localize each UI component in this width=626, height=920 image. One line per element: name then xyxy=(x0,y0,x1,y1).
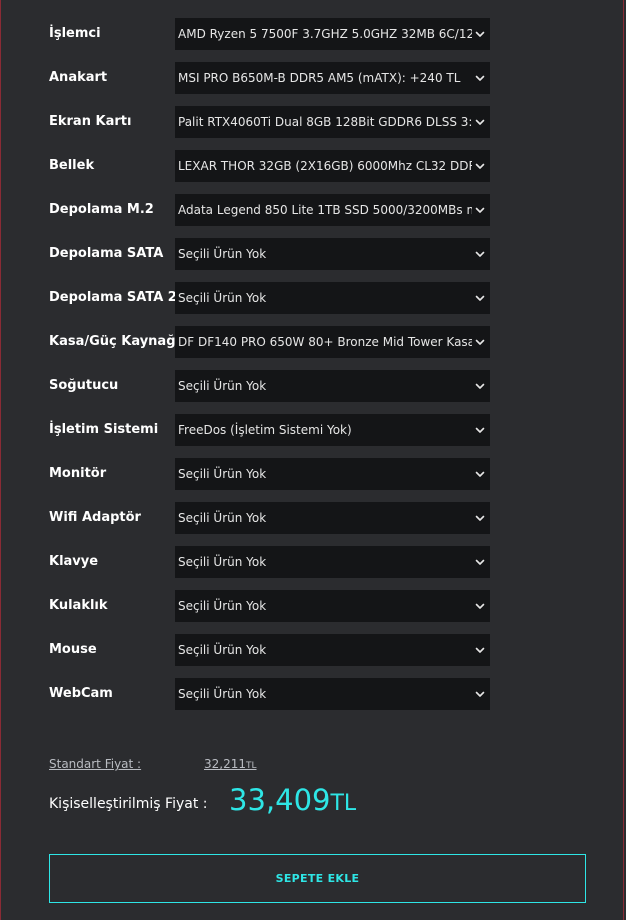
component-label: Ekran Kartı xyxy=(49,114,132,129)
component-row: Soğutucu Seçili Ürün Yok xyxy=(1,370,623,414)
component-label: Monitör xyxy=(49,466,107,481)
component-label: Depolama SATA xyxy=(49,246,164,261)
component-select-value: AMD Ryzen 5 7500F 3.7GHZ 5.0GHZ 32MB 6C/… xyxy=(178,27,472,41)
chevron-down-icon xyxy=(474,512,486,524)
component-row: Wifi Adaptör Seçili Ürün Yok xyxy=(1,502,623,546)
component-select-value: Seçili Ürün Yok xyxy=(178,643,267,657)
component-select[interactable]: LEXAR THOR 32GB (2X16GB) 6000Mhz CL32 DD… xyxy=(175,150,490,182)
component-select-value: Seçili Ürün Yok xyxy=(178,599,267,613)
component-list: İşlemci AMD Ryzen 5 7500F 3.7GHZ 5.0GHZ 3… xyxy=(1,18,623,722)
chevron-down-icon xyxy=(474,380,486,392)
component-select[interactable]: FreeDos (İşletim Sistemi Yok) xyxy=(175,414,490,446)
component-row: Ekran Kartı Palit RTX4060Ti Dual 8GB 128B… xyxy=(1,106,623,150)
component-select-value: Seçili Ürün Yok xyxy=(178,555,267,569)
component-select-value: FreeDos (İşletim Sistemi Yok) xyxy=(178,423,352,437)
component-select[interactable]: Seçili Ürün Yok xyxy=(175,678,490,710)
component-select-value: Seçili Ürün Yok xyxy=(178,511,267,525)
component-select-value: MSI PRO B650M-B DDR5 AM5 (mATX): +240 TL xyxy=(178,71,461,85)
chevron-down-icon xyxy=(474,204,486,216)
component-row: İşletim Sistemi FreeDos (İşletim Sistemi … xyxy=(1,414,623,458)
custom-price-unit: TL xyxy=(330,791,357,816)
component-select[interactable]: Seçili Ürün Yok xyxy=(175,282,490,314)
component-row: Depolama SATA Seçili Ürün Yok xyxy=(1,238,623,282)
chevron-down-icon xyxy=(474,336,486,348)
component-select[interactable]: Seçili Ürün Yok xyxy=(175,502,490,534)
chevron-down-icon xyxy=(474,468,486,480)
chevron-down-icon xyxy=(474,28,486,40)
custom-price-label: Kişiselleştirilmiş Fiyat : xyxy=(49,796,208,812)
component-select-value: Palit RTX4060Ti Dual 8GB 128Bit GDDR6 DL… xyxy=(178,115,472,129)
standard-price-value: 32,211TL xyxy=(204,757,257,771)
component-row: WebCam Seçili Ürün Yok xyxy=(1,678,623,722)
chevron-down-icon xyxy=(474,556,486,568)
component-row: İşlemci AMD Ryzen 5 7500F 3.7GHZ 5.0GHZ 3… xyxy=(1,18,623,62)
standard-price-label: Standart Fiyat : xyxy=(49,757,142,771)
component-select[interactable]: AMD Ryzen 5 7500F 3.7GHZ 5.0GHZ 32MB 6C/… xyxy=(175,18,490,50)
component-row: Kulaklık Seçili Ürün Yok xyxy=(1,590,623,634)
component-row: Bellek LEXAR THOR 32GB (2X16GB) 6000Mhz C… xyxy=(1,150,623,194)
component-label: Depolama M.2 xyxy=(49,202,154,217)
component-row: Depolama M.2 Adata Legend 850 Lite 1TB SS… xyxy=(1,194,623,238)
component-row: Mouse Seçili Ürün Yok xyxy=(1,634,623,678)
component-label: Depolama SATA 2 xyxy=(49,290,177,305)
component-row: Monitör Seçili Ürün Yok xyxy=(1,458,623,502)
chevron-down-icon xyxy=(474,160,486,172)
component-select-value: Seçili Ürün Yok xyxy=(178,247,267,261)
component-label: Kasa/Güç Kaynağı xyxy=(49,334,180,349)
component-select[interactable]: Adata Legend 850 Lite 1TB SSD 5000/3200M… xyxy=(175,194,490,226)
component-row: Kasa/Güç Kaynağı DF DF140 PRO 650W 80+ Br… xyxy=(1,326,623,370)
chevron-down-icon xyxy=(474,688,486,700)
component-select[interactable]: Seçili Ürün Yok xyxy=(175,590,490,622)
component-label: Klavye xyxy=(49,554,99,569)
component-select[interactable]: DF DF140 PRO 650W 80+ Bronze Mid Tower K… xyxy=(175,326,490,358)
component-select[interactable]: Palit RTX4060Ti Dual 8GB 128Bit GDDR6 DL… xyxy=(175,106,490,138)
chevron-down-icon xyxy=(474,644,486,656)
chevron-down-icon xyxy=(474,600,486,612)
chevron-down-icon xyxy=(474,248,486,260)
component-label: Anakart xyxy=(49,70,108,85)
chevron-down-icon xyxy=(474,72,486,84)
custom-price-value: 33,409TL xyxy=(229,783,356,817)
chevron-down-icon xyxy=(474,424,486,436)
component-select[interactable]: Seçili Ürün Yok xyxy=(175,634,490,666)
standard-price-unit: TL xyxy=(246,761,257,771)
component-row: Depolama SATA 2 Seçili Ürün Yok xyxy=(1,282,623,326)
component-label: Bellek xyxy=(49,158,95,173)
component-select-value: DF DF140 PRO 650W 80+ Bronze Mid Tower K… xyxy=(178,335,472,349)
standard-price-amount: 32,211 xyxy=(204,757,246,771)
component-select-value: Adata Legend 850 Lite 1TB SSD 5000/3200M… xyxy=(178,203,472,217)
component-select[interactable]: Seçili Ürün Yok xyxy=(175,370,490,402)
component-select[interactable]: MSI PRO B650M-B DDR5 AM5 (mATX): +240 TL xyxy=(175,62,490,94)
chevron-down-icon xyxy=(474,116,486,128)
component-select-value: Seçili Ürün Yok xyxy=(178,291,267,305)
component-row: Anakart MSI PRO B650M-B DDR5 AM5 (mATX): … xyxy=(1,62,623,106)
add-to-cart-button[interactable]: SEPETE EKLE xyxy=(49,854,586,903)
component-label: İşletim Sistemi xyxy=(49,422,159,437)
component-select-value: Seçili Ürün Yok xyxy=(178,687,267,701)
component-select-value: Seçili Ürün Yok xyxy=(178,379,267,393)
component-label: Mouse xyxy=(49,642,97,657)
component-select[interactable]: Seçili Ürün Yok xyxy=(175,238,490,270)
component-select-value: LEXAR THOR 32GB (2X16GB) 6000Mhz CL32 DD… xyxy=(178,159,472,173)
component-label: İşlemci xyxy=(49,26,101,41)
component-select[interactable]: Seçili Ürün Yok xyxy=(175,458,490,490)
component-label: Soğutucu xyxy=(49,378,119,393)
chevron-down-icon xyxy=(474,292,486,304)
component-select-value: Seçili Ürün Yok xyxy=(178,467,267,481)
custom-price-amount: 33,409 xyxy=(229,783,331,817)
component-row: Klavye Seçili Ürün Yok xyxy=(1,546,623,590)
component-select[interactable]: Seçili Ürün Yok xyxy=(175,546,490,578)
component-label: Wifi Adaptör xyxy=(49,510,141,525)
pc-configurator-panel: İşlemci AMD Ryzen 5 7500F 3.7GHZ 5.0GHZ 3… xyxy=(0,0,624,920)
component-label: Kulaklık xyxy=(49,598,108,613)
component-label: WebCam xyxy=(49,686,113,701)
